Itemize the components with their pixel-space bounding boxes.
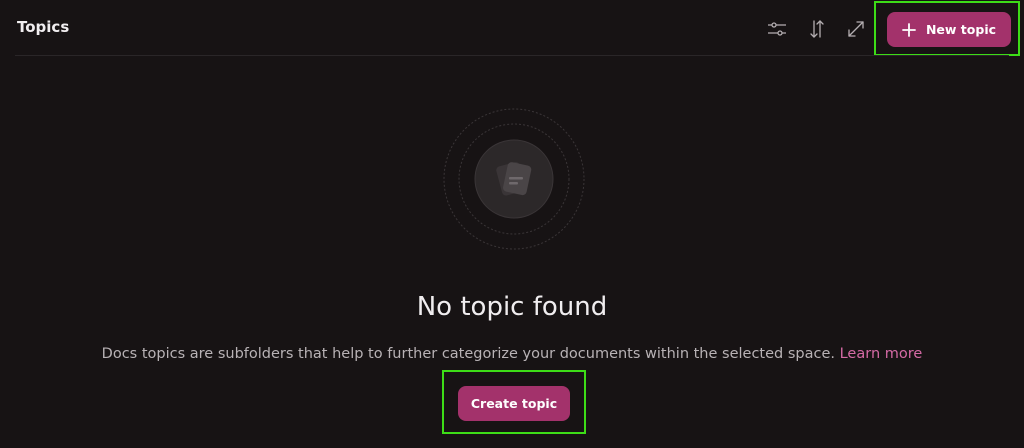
page-title: Topics [17,18,70,36]
documents-icon [443,108,585,250]
topics-header: Topics New topic [0,0,1024,56]
expand-icon[interactable] [845,18,867,40]
create-topic-highlight: Create topic [442,370,586,434]
create-topic-button[interactable]: Create topic [458,386,570,421]
header-divider [15,55,1009,56]
learn-more-link[interactable]: Learn more [840,346,923,362]
empty-state-description: Docs topics are subfolders that help to … [0,346,1024,362]
description-text: Docs topics are subfolders that help to … [101,346,835,362]
plus-icon [902,22,916,37]
new-topic-button[interactable]: New topic [887,12,1011,47]
filter-sliders-icon[interactable] [766,18,788,40]
new-topic-highlight: New topic [874,1,1020,56]
sort-arrows-icon[interactable] [806,18,828,40]
empty-state-title: No topic found [416,292,608,322]
new-topic-label: New topic [925,22,997,37]
